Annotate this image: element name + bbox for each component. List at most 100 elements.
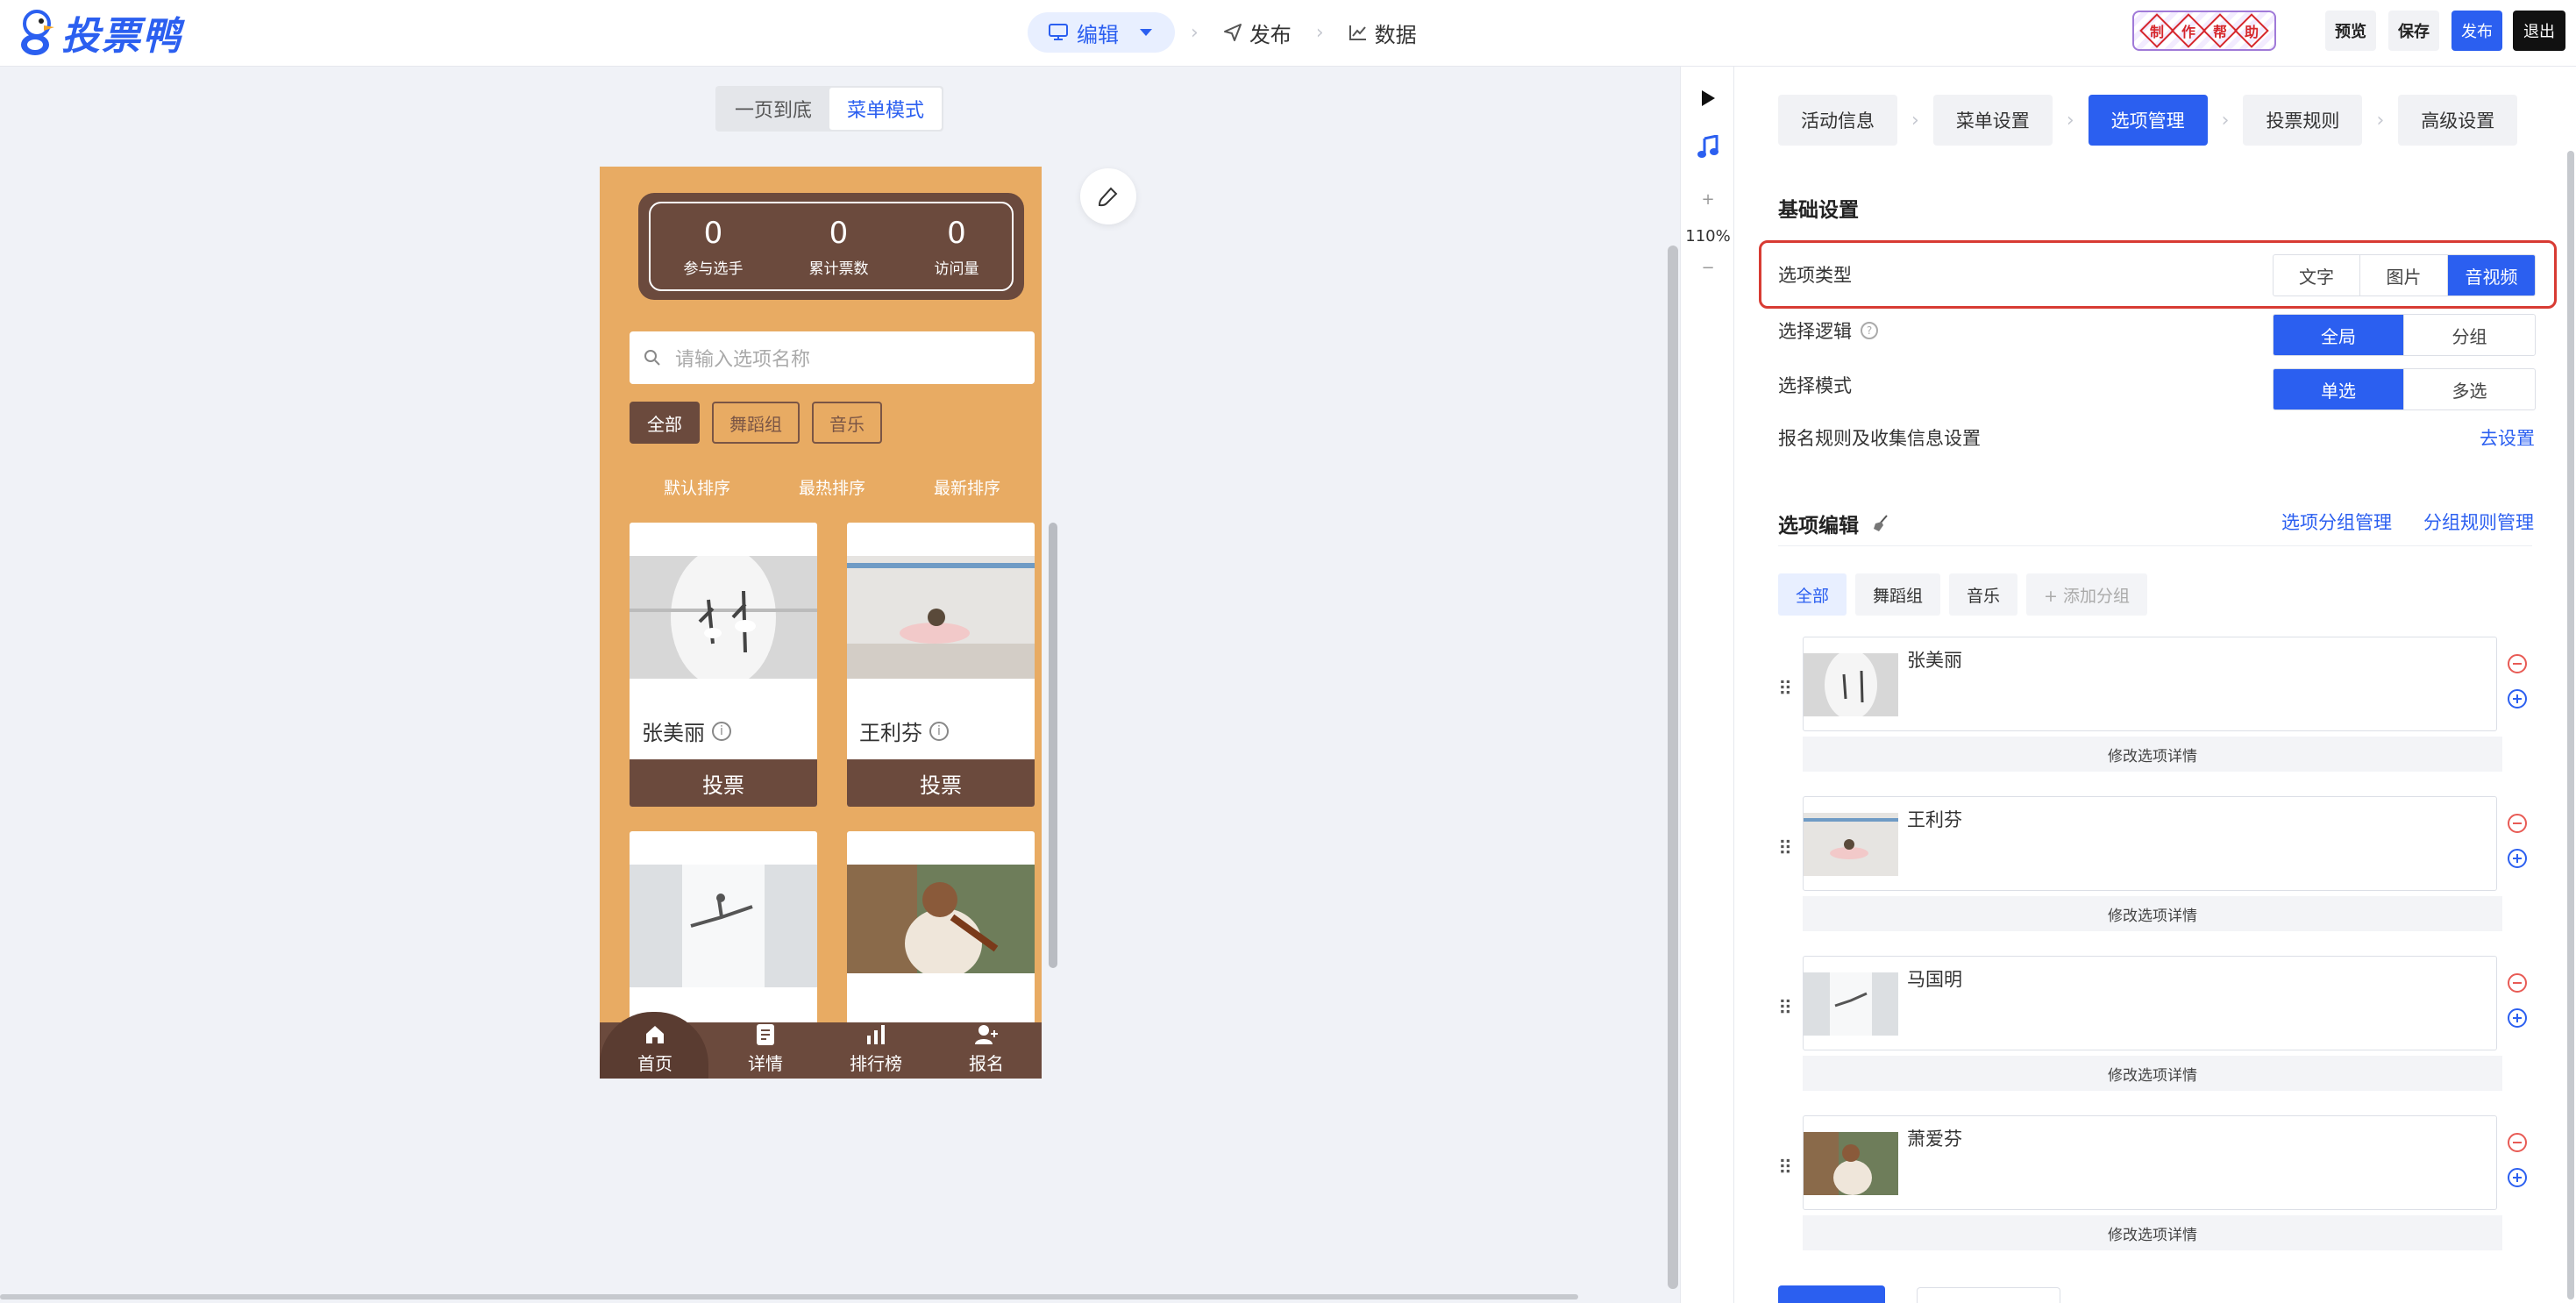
drag-handle-icon[interactable]: ⠿ — [1778, 679, 1792, 701]
nav-edit-label: 编辑 — [1077, 22, 1119, 47]
option-card[interactable]: 张美丽 i 投票 — [630, 523, 817, 807]
edit-option-details-button[interactable]: 修改选项详情 — [1803, 1215, 2502, 1250]
group-all[interactable]: 全部 — [630, 402, 700, 444]
phone-scrollbar[interactable] — [1049, 523, 1057, 968]
option-row: ⠿ 王利芬 修改选项详情 — [1734, 796, 2576, 936]
drag-handle-icon[interactable]: ⠿ — [1778, 838, 1792, 860]
vote-button[interactable]: 投票 — [847, 759, 1035, 807]
zoom-in-button[interactable]: + — [1681, 186, 1735, 212]
step-option-management[interactable]: 选项管理 — [2088, 95, 2208, 146]
nav-edit[interactable]: 编辑 — [1028, 12, 1175, 53]
select-logic-global[interactable]: 全局 — [2274, 315, 2403, 355]
logo[interactable]: 投票鸭 — [18, 5, 182, 60]
drag-handle-icon[interactable]: ⠿ — [1778, 1157, 1792, 1179]
mode-tab-single-page[interactable]: 一页到底 — [717, 88, 829, 130]
group-rules-link[interactable]: 分组规则管理 — [2423, 509, 2534, 535]
signup-rules-label: 报名规则及收集信息设置 — [1778, 428, 1981, 449]
tab-home[interactable]: 首页 — [600, 1012, 710, 1079]
add-option-icon[interactable] — [2508, 1168, 2527, 1187]
bottom-primary-button[interactable] — [1778, 1285, 1885, 1303]
nav-publish[interactable]: 发布 — [1214, 18, 1300, 48]
option-box[interactable]: 王利芬 — [1803, 796, 2497, 891]
save-button[interactable]: 保存 — [2388, 11, 2439, 51]
help-icon[interactable]: ? — [1861, 322, 1878, 339]
option-type-image[interactable]: 图片 — [2359, 255, 2447, 295]
step-menu-settings[interactable]: 菜单设置 — [1932, 95, 2053, 146]
option-box[interactable]: 张美丽 — [1803, 637, 2497, 731]
option-name: 王利芬 — [1907, 809, 1962, 830]
panel-scrollbar[interactable] — [2567, 151, 2574, 1299]
chevron-right-icon: › — [2221, 109, 2230, 132]
send-icon — [1223, 24, 1242, 41]
music-button[interactable] — [1681, 130, 1735, 165]
publish-button[interactable]: 发布 — [2451, 11, 2502, 51]
option-thumbnail — [1804, 813, 1898, 876]
sort-hot[interactable]: 最热排序 — [799, 475, 865, 499]
tab-signup[interactable]: 报名 — [931, 1022, 1042, 1079]
drag-handle-icon[interactable]: ⠿ — [1778, 998, 1792, 1020]
remove-option-icon[interactable] — [2508, 1133, 2527, 1152]
user-add-icon — [975, 1025, 998, 1044]
step-advanced-settings[interactable]: 高级设置 — [2398, 95, 2518, 146]
go-settings-link[interactable]: 去设置 — [2480, 424, 2535, 451]
group-music[interactable]: 音乐 — [812, 402, 882, 444]
group-dance[interactable]: 舞蹈组 — [712, 402, 800, 444]
select-logic-group[interactable]: 分组 — [2403, 315, 2535, 355]
bottom-secondary-button[interactable] — [1917, 1287, 2060, 1303]
group-tab-dance[interactable]: 舞蹈组 — [1855, 573, 1941, 616]
duck-logo-icon — [18, 8, 56, 57]
add-group-button[interactable]: + 添加分组 — [2026, 573, 2148, 616]
basic-settings-title: 基础设置 — [1778, 199, 1859, 222]
select-mode-single[interactable]: 单选 — [2274, 369, 2403, 409]
help-badge[interactable]: 制 作 帮 助 — [2132, 11, 2276, 51]
sort-new[interactable]: 最新排序 — [934, 475, 1000, 499]
remove-option-icon[interactable] — [2508, 814, 2527, 833]
info-icon[interactable]: i — [712, 721, 731, 741]
remove-option-icon[interactable] — [2508, 973, 2527, 993]
group-tab-music[interactable]: 音乐 — [1949, 573, 2018, 616]
option-box[interactable]: 萧爱芬 — [1803, 1115, 2497, 1210]
play-button[interactable] — [1681, 82, 1735, 114]
option-row: ⠿ 张美丽 修改选项详情 — [1734, 637, 2576, 777]
option-box[interactable]: 马国明 — [1803, 956, 2497, 1050]
search-input[interactable]: 请输入选项名称 — [630, 331, 1035, 384]
sort-default[interactable]: 默认排序 — [664, 475, 730, 499]
tab-ranking[interactable]: 排行榜 — [821, 1022, 931, 1079]
remove-option-icon[interactable] — [2508, 654, 2527, 673]
help-char: 助 — [2234, 13, 2269, 48]
mode-tab-menu[interactable]: 菜单模式 — [829, 88, 943, 130]
horizontal-scrollbar[interactable] — [0, 1294, 1578, 1299]
edit-option-details-button[interactable]: 修改选项详情 — [1803, 896, 2502, 931]
canvas-scrollbar[interactable] — [1668, 246, 1678, 1289]
option-type-media[interactable]: 音视频 — [2447, 255, 2535, 295]
step-vote-rules[interactable]: 投票规则 — [2243, 95, 2363, 146]
broom-icon[interactable] — [1871, 514, 1890, 533]
select-mode-multi[interactable]: 多选 — [2403, 369, 2535, 409]
zoom-out-button[interactable]: − — [1681, 254, 1735, 281]
help-char: 制 — [2139, 13, 2174, 48]
group-tab-all[interactable]: 全部 — [1778, 573, 1847, 616]
add-option-icon[interactable] — [2508, 689, 2527, 708]
vote-button[interactable]: 投票 — [630, 759, 817, 807]
zoom-level: 110% — [1685, 226, 1731, 246]
add-option-icon[interactable] — [2508, 849, 2527, 868]
option-card[interactable]: 王利芬 i 投票 — [847, 523, 1035, 807]
info-icon[interactable]: i — [929, 721, 949, 741]
group-management-link[interactable]: 选项分组管理 — [2281, 509, 2392, 535]
option-type-text[interactable]: 文字 — [2274, 255, 2359, 295]
edit-option-details-button[interactable]: 修改选项详情 — [1803, 1056, 2502, 1091]
exit-button[interactable]: 退出 — [2513, 11, 2565, 51]
step-nav: 活动信息 › 菜单设置 › 选项管理 › 投票规则 › 高级设置 — [1778, 95, 2518, 146]
phone-preview: 0 参与选手 0 累计票数 0 访问量 请输入选项名称 全部 舞蹈组 音乐 默认… — [600, 167, 1042, 1079]
tab-details[interactable]: 详情 — [710, 1022, 821, 1079]
top-bar: 投票鸭 编辑 › 发布 › 数据 制 作 帮 助 预览 保存 发布 退出 — [0, 0, 2576, 67]
add-option-icon[interactable] — [2508, 1008, 2527, 1028]
style-brush-button[interactable] — [1080, 168, 1136, 224]
edit-option-details-button[interactable]: 修改选项详情 — [1803, 737, 2502, 772]
step-activity-info[interactable]: 活动信息 — [1778, 95, 1897, 146]
card-name: 张美丽 i — [642, 716, 731, 746]
stat-participants: 0 参与选手 — [683, 215, 744, 278]
play-icon — [1702, 90, 1715, 106]
preview-button[interactable]: 预览 — [2325, 11, 2376, 51]
nav-data[interactable]: 数据 — [1340, 18, 1426, 48]
